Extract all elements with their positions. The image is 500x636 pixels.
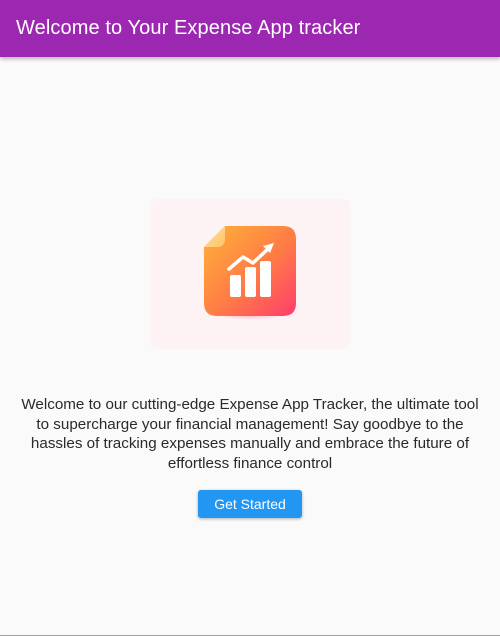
welcome-description: Welcome to our cutting-edge Expense App … bbox=[21, 396, 479, 472]
get-started-button[interactable]: Get Started bbox=[198, 490, 302, 518]
app-bar: Welcome to Your Expense App tracker bbox=[0, 0, 500, 57]
growth-chart-document-icon bbox=[204, 226, 296, 320]
app-bar-title: Welcome to Your Expense App tracker bbox=[16, 17, 361, 39]
app-screen: Welcome to Your Expense App tracker Welc… bbox=[0, 0, 500, 636]
hero-image bbox=[150, 199, 350, 349]
